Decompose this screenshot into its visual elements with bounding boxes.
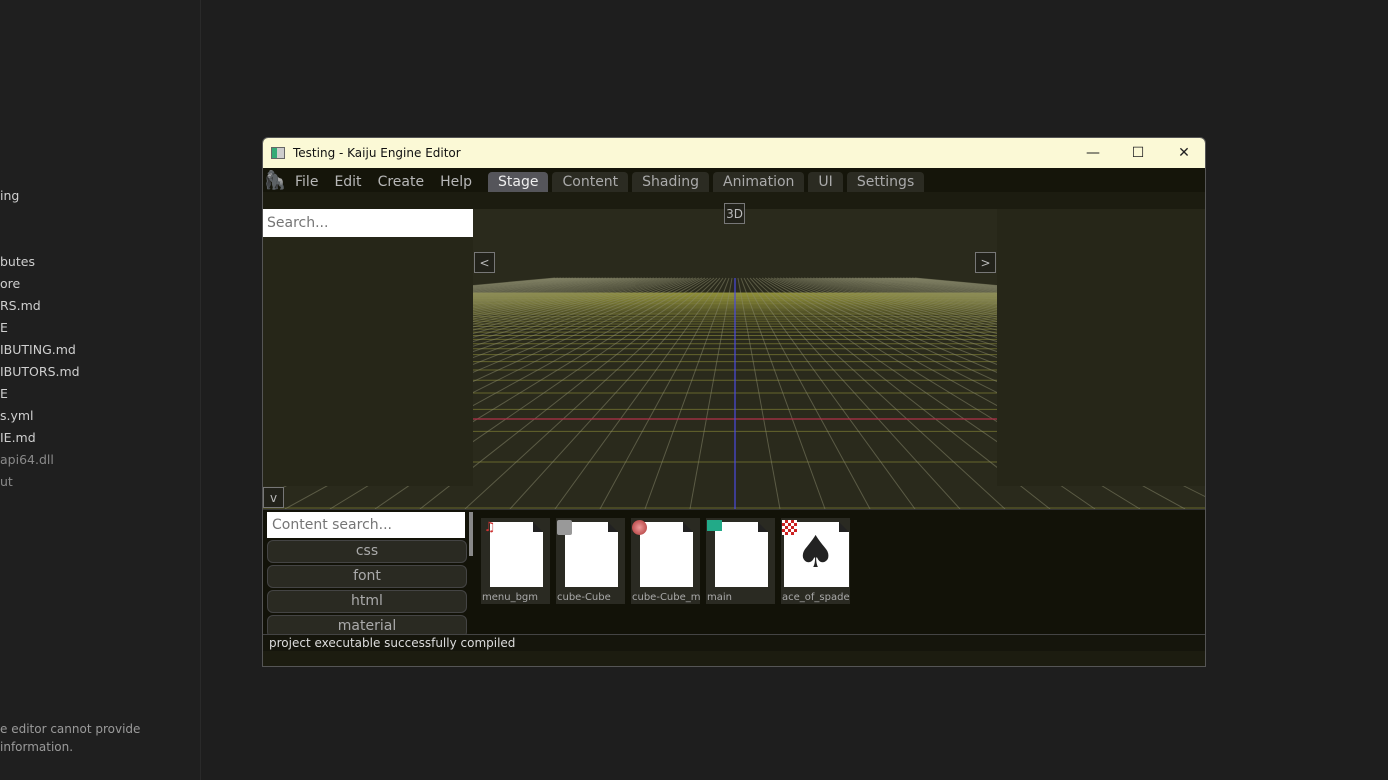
file-icon [715,522,768,587]
next-panel-button[interactable]: > [975,252,996,273]
file-item[interactable]: ut [0,474,13,489]
asset-name: cube-Cube_mat [632,592,700,603]
file-icon [565,522,618,587]
maximize-button[interactable]: ☐ [1115,138,1161,168]
tab-ui[interactable]: UI [808,172,843,192]
prev-panel-button[interactable]: < [474,252,495,273]
details-panel [997,209,1205,486]
collapse-content-button[interactable]: v [263,487,284,508]
minimize-button[interactable]: — [1070,138,1116,168]
menu-bar: 🦍 File Edit Create Help Stage Content Sh… [263,168,1205,192]
file-item[interactable]: E [0,320,8,335]
category-font[interactable]: font [267,565,467,588]
music-icon: ♫ [483,520,496,535]
asset-name: ace_of_spades [782,592,850,603]
file-icon [490,522,543,587]
hierarchy-panel [263,209,473,486]
kaiju-logo-icon: 🦍 [263,170,287,191]
tab-stage[interactable]: Stage [488,172,549,192]
menu-create[interactable]: Create [370,172,433,192]
asset-tile[interactable]: ♫ menu_bgm [481,518,550,604]
file-icon [640,522,693,587]
asset-name: main [707,592,732,603]
file-item[interactable]: api64.dll [0,452,54,467]
info-note: e editor cannot provide [0,722,141,736]
app-icon [271,147,285,159]
category-html[interactable]: html [267,590,467,613]
content-browser: css font html material mesh ♫ menu_bgm cu… [263,509,1205,651]
mesh-icon [557,520,572,535]
hierarchy-search-input[interactable] [263,209,473,237]
menu-file[interactable]: File [287,172,326,192]
category-css[interactable]: css [267,540,467,563]
menu-edit[interactable]: Edit [326,172,369,192]
asset-tile[interactable]: ♠ ace_of_spades [781,518,850,604]
file-item[interactable]: ore [0,276,20,291]
html-icon [707,520,722,531]
asset-name: menu_bgm [482,592,539,603]
material-icon [632,520,647,535]
asset-tile[interactable]: cube-Cube_mat [631,518,700,604]
asset-tile[interactable]: main [706,518,775,604]
tab-animation[interactable]: Animation [713,172,805,192]
title-bar[interactable]: Testing - Kaiju Engine Editor — ☐ ✕ [263,138,1205,168]
window-title: Testing - Kaiju Engine Editor [293,146,461,160]
category-scrollbar[interactable] [469,512,473,556]
file-item[interactable]: IE.md [0,430,36,445]
texture-icon [782,520,797,535]
asset-tile[interactable]: cube-Cube [556,518,625,604]
3d-mode-button[interactable]: 3D [724,203,745,224]
tab-content[interactable]: Content [552,172,629,192]
content-search-input[interactable] [267,512,465,538]
status-bar: project executable successfully compiled [263,634,1205,651]
info-note: information. [0,740,74,754]
editor-window: Testing - Kaiju Engine Editor — ☐ ✕ 🦍 Fi… [262,137,1206,667]
background-file-explorer: ing butes ore RS.md E IBUTING.md IBUTORS… [0,0,201,780]
menu-help[interactable]: Help [432,172,480,192]
file-item[interactable]: butes [0,254,35,269]
close-button[interactable]: ✕ [1161,138,1205,168]
file-item[interactable]: RS.md [0,298,41,313]
asset-name: cube-Cube [557,592,611,603]
file-item[interactable]: s.yml [0,408,34,423]
file-item[interactable]: IBUTORS.md [0,364,80,379]
file-item[interactable]: E [0,386,8,401]
tab-settings[interactable]: Settings [846,172,925,192]
file-item[interactable]: ing [0,188,19,203]
file-item[interactable]: IBUTING.md [0,342,76,357]
category-list: css font html material mesh [267,512,473,650]
tab-shading[interactable]: Shading [632,172,710,192]
asset-grid: ♫ menu_bgm cube-Cube cube-Cube_mat main ♠… [481,518,850,604]
